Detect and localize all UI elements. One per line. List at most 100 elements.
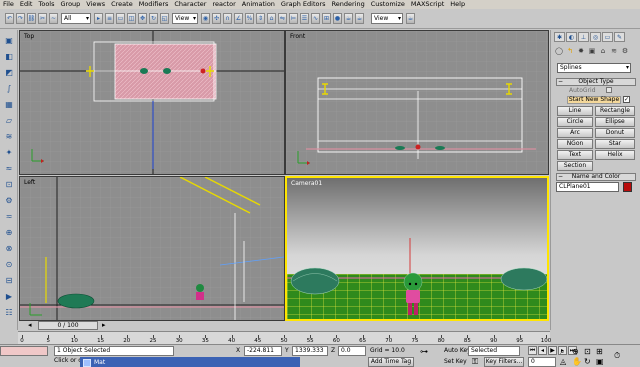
prismatic-icon[interactable]: ⊟ (3, 274, 15, 286)
point-to-point-icon[interactable]: ⊙ (3, 258, 15, 270)
zoom-extents-all-icon[interactable]: ⊞ (596, 347, 603, 356)
constraint-icon[interactable]: ⊕ (3, 226, 15, 238)
key-filters-button[interactable]: Key Filters... (484, 357, 524, 367)
curve-editor-icon[interactable]: ∿ (311, 13, 320, 24)
menu-group[interactable]: Group (58, 0, 84, 9)
fracture-icon[interactable]: ✦ (3, 146, 15, 158)
orbit-icon[interactable]: ↻ (584, 357, 591, 366)
zoom-extents-icon[interactable]: ⊡ (584, 347, 591, 356)
unlink-icon[interactable]: ✂ (38, 13, 47, 24)
helpers-icon[interactable]: ⌂ (598, 46, 608, 56)
menu-customize[interactable]: Customize (368, 0, 408, 9)
add-time-tag-button[interactable]: Add Time Tag (368, 357, 414, 367)
viewport-top[interactable]: Top (19, 30, 285, 175)
menu-character[interactable]: Character (171, 0, 209, 9)
menu-tools[interactable]: Tools (35, 0, 57, 9)
z-coord-field[interactable]: 0.0 (338, 346, 366, 356)
layer-manager-icon[interactable]: ☰ (300, 13, 309, 24)
named-selection-icon[interactable]: ⌂ (267, 13, 276, 24)
display-tab-icon[interactable]: ▭ (602, 32, 613, 42)
section-button[interactable]: Section (557, 161, 593, 171)
utilities-tab-icon[interactable]: ✎ (614, 32, 625, 42)
hierarchy-tab-icon[interactable]: ⊥ (578, 32, 589, 42)
time-slider[interactable]: ◂ 0 / 100 ▸ (18, 321, 550, 331)
x-coord-field[interactable]: -224.811 (244, 346, 282, 356)
geometry-icon[interactable]: ◯ (554, 46, 564, 56)
toy-car-icon[interactable]: ⊡ (3, 178, 15, 190)
ngon-button[interactable]: NGon (557, 139, 593, 149)
viewport-top-label[interactable]: Top (24, 33, 34, 40)
object-name-field[interactable]: CLPlane01 (556, 182, 619, 192)
menu-maxscript[interactable]: MAXScript (408, 0, 447, 9)
modify-tab-icon[interactable]: ◐ (566, 32, 577, 42)
menu-create[interactable]: Create (108, 0, 136, 9)
viewport-left[interactable]: Left (19, 176, 285, 321)
selection-filter-dropdown[interactable]: All (61, 13, 91, 24)
key-mode-icon[interactable]: ⊶ (420, 347, 428, 356)
wind-icon[interactable]: ≈ (3, 162, 15, 174)
ellipse-button[interactable]: Ellipse (595, 117, 635, 127)
hinge-icon[interactable]: ⊗ (3, 242, 15, 254)
start-new-shape-checkbox[interactable]: ✓ (623, 96, 630, 103)
link-icon[interactable]: ⛓ (27, 13, 36, 24)
prev-key-icon[interactable]: ◂ (538, 346, 547, 355)
play-icon[interactable]: ▶ (548, 346, 557, 355)
rect-selection-icon[interactable]: ▭ (116, 13, 125, 24)
key-set-dropdown[interactable]: Selected (468, 346, 520, 356)
key-filter-icon[interactable]: ⚿ (472, 357, 478, 367)
maxscript-listener-mini[interactable] (0, 346, 48, 356)
donut-button[interactable]: Donut (595, 128, 635, 138)
select-by-name-icon[interactable]: ≡ (105, 13, 114, 24)
analyze-world-icon[interactable]: ☷ (3, 306, 15, 318)
category-dropdown[interactable]: Splines (557, 63, 631, 73)
object-type-rollout[interactable]: − Object Type (556, 78, 636, 86)
menu-animation[interactable]: Animation (239, 0, 278, 9)
preview-animation-icon[interactable]: ▶ (3, 290, 15, 302)
auto-key-button[interactable]: Auto Key (444, 347, 471, 355)
set-key-button[interactable]: Set Key (444, 358, 467, 366)
autogrid-checkbox[interactable] (606, 87, 612, 93)
deforming-mesh-icon[interactable]: ▦ (3, 98, 15, 110)
menu-modifiers[interactable]: Modifiers (136, 0, 172, 9)
arc-button[interactable]: Arc (557, 128, 593, 138)
schematic-view-icon[interactable]: ⊞ (322, 13, 331, 24)
align-icon[interactable]: ⊨ (289, 13, 298, 24)
render-last-icon[interactable]: ☕ (406, 13, 415, 24)
menu-reactor[interactable]: reactor (209, 0, 238, 9)
viewport-front-label[interactable]: Front (290, 33, 305, 40)
select-scale-icon[interactable]: ◱ (160, 13, 169, 24)
reference-coordinate-dropdown[interactable]: View (172, 13, 198, 24)
motor-icon[interactable]: ⚙ (3, 194, 15, 206)
mirror-icon[interactable]: ⇋ (278, 13, 287, 24)
circle-button[interactable]: Circle (557, 117, 593, 127)
rope-collection-icon[interactable]: ∫ (3, 82, 15, 94)
taskbar-app-icon[interactable] (83, 358, 91, 367)
taskbar-item-label[interactable]: Mat (94, 359, 105, 366)
render-type-dropdown[interactable]: View (371, 13, 403, 24)
space-warps-icon[interactable]: ≋ (609, 46, 619, 56)
select-object-icon[interactable]: ▸ (94, 13, 103, 24)
material-editor-icon[interactable]: ● (333, 13, 342, 24)
window-crossing-icon[interactable]: ◫ (127, 13, 136, 24)
soft-body-icon[interactable]: ◩ (3, 66, 15, 78)
spinner-snap-icon[interactable]: ⇕ (256, 13, 265, 24)
time-slider-thumb[interactable]: 0 / 100 (38, 321, 98, 330)
quick-render-icon[interactable]: ☕ (355, 13, 364, 24)
prev-frame-arrow-icon[interactable]: ◂ (28, 321, 32, 329)
percent-snap-icon[interactable]: % (245, 13, 254, 24)
menu-file[interactable]: File (0, 0, 17, 9)
name-and-color-rollout[interactable]: − Name and Color (556, 173, 636, 181)
zoom-all-icon[interactable]: ⊕ (572, 347, 579, 356)
menu-edit[interactable]: Edit (17, 0, 36, 9)
object-color-swatch[interactable] (623, 182, 632, 192)
viewport-camera[interactable]: Camera01 (285, 176, 549, 321)
viewport-front[interactable]: Front (285, 30, 549, 175)
current-frame-field[interactable]: 0 (528, 357, 556, 367)
goto-start-icon[interactable]: ⏮ (528, 346, 537, 355)
y-coord-field[interactable]: 1339.333 (292, 346, 328, 356)
snap-toggle-icon[interactable]: ∩ (223, 13, 232, 24)
systems-icon[interactable]: ⚙ (620, 46, 630, 56)
rectangle-button[interactable]: Rectangle (595, 106, 635, 116)
motion-tab-icon[interactable]: ◎ (590, 32, 601, 42)
cloth-collection-icon[interactable]: ◧ (3, 50, 15, 62)
